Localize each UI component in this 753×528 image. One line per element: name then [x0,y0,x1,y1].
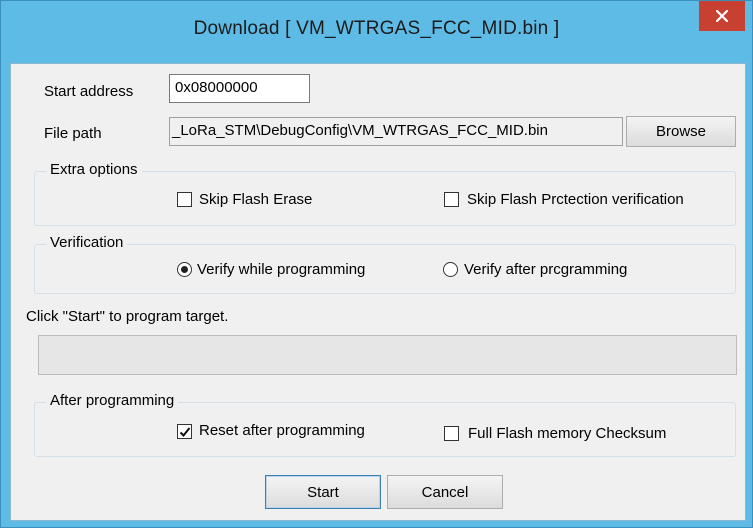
skip-flash-erase-label[interactable]: Skip Flash Erase [199,191,312,208]
download-dialog: Download [ VM_WTRGAS_FCC_MID.bin ] Start… [0,0,753,528]
progress-bar [38,335,737,375]
checkmark-icon [179,426,190,437]
close-icon [716,10,728,22]
window-title: Download [ VM_WTRGAS_FCC_MID.bin ] [193,18,560,39]
status-message: Click "Start" to program target. [26,308,229,325]
title-bar[interactable]: Download [ VM_WTRGAS_FCC_MID.bin ] [1,1,752,63]
file-path-field[interactable]: _LoRa_STM\DebugConfig\VM_WTRGAS_FCC_MID.… [169,117,623,146]
start-button[interactable]: Start [265,475,381,509]
dialog-body: Start address 0x08000000 File path _LoRa… [10,63,746,521]
skip-flash-protection-checkbox[interactable] [444,192,459,207]
file-path-label: File path [44,125,102,142]
cancel-button[interactable]: Cancel [387,475,503,509]
browse-button[interactable]: Browse [626,116,736,147]
skip-flash-erase-checkbox[interactable] [177,192,192,207]
close-button[interactable] [699,1,745,31]
full-checksum-label[interactable]: Full Flash memory Checksum [468,425,666,442]
skip-flash-protection-label[interactable]: Skip Flash Prctection verification [467,191,684,208]
verification-title: Verification [46,234,128,251]
verify-after-label[interactable]: Verify after prcgramming [464,261,627,278]
verify-while-radio[interactable] [177,262,192,277]
full-checksum-checkbox[interactable] [444,426,459,441]
verify-while-label[interactable]: Verify while programming [197,261,365,278]
start-address-input[interactable]: 0x08000000 [169,74,310,103]
verification-group [34,244,736,294]
verify-after-radio[interactable] [443,262,458,277]
start-address-label: Start address [44,83,134,100]
after-programming-title: After programming [46,392,179,409]
radio-selected-dot [181,266,188,273]
extra-options-title: Extra options [46,161,142,178]
reset-after-checkbox[interactable] [177,424,192,439]
reset-after-label[interactable]: Reset after programming [199,422,365,439]
